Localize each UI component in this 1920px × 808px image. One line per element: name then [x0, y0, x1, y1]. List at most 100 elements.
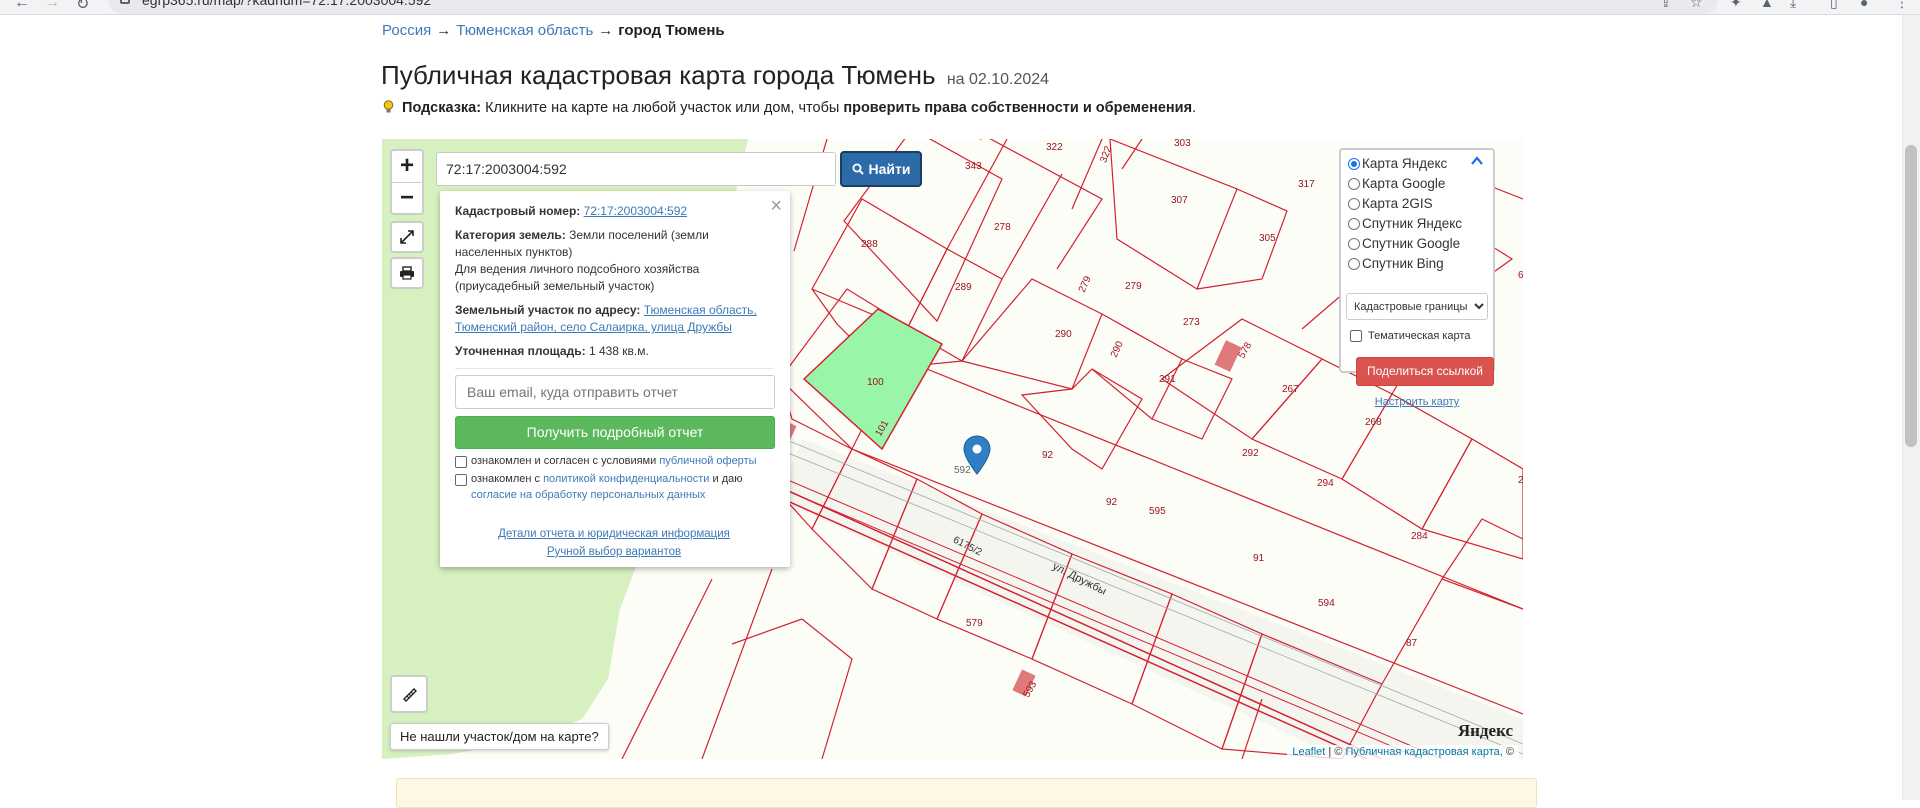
privacy-consent-checkbox-row[interactable]: ознакомлен с политикой конфиденциальност…	[455, 472, 773, 504]
avatar-icon[interactable]: ●	[1860, 0, 1868, 10]
print-button[interactable]	[390, 257, 424, 289]
email-field[interactable]	[455, 375, 775, 410]
attribution-separator: | ©	[1328, 746, 1343, 758]
breadcrumb-russia[interactable]: Россия	[382, 22, 431, 39]
report-details-link[interactable]: Детали отчета и юридическая информация	[498, 528, 730, 540]
chevron-up-icon[interactable]	[1471, 156, 1483, 166]
cad-number-link[interactable]: 72:17:2003004:592	[584, 204, 687, 218]
layer-option-yandex-satellite[interactable]: Спутник Яндекс	[1348, 216, 1462, 231]
breadcrumb-current: город Тюмень	[618, 22, 725, 39]
popup-links: Детали отчета и юридическая информация Р…	[455, 526, 773, 562]
purpose-text: Для ведения личного подсобного хозяйства…	[455, 262, 700, 294]
layer-option-label: Карта Яндекс	[1362, 156, 1448, 171]
info-banner	[396, 778, 1537, 808]
offer-consent-text: ознакомлен и согласен с условиями	[471, 455, 657, 468]
not-found-button[interactable]: Не нашли участок/дом на карте?	[390, 723, 609, 750]
bookmark-star-icon[interactable]: ☆	[1690, 0, 1703, 11]
breadcrumb-separator: →	[436, 22, 452, 39]
printer-icon	[400, 266, 414, 280]
hint-bold-text: проверить права собственности и обремене…	[843, 100, 1193, 116]
manual-choice-link[interactable]: Ручной выбор вариантов	[547, 546, 681, 558]
fullscreen-button[interactable]	[390, 221, 424, 253]
search-button-label: Найти	[868, 161, 911, 177]
zoom-out-button[interactable]: −	[392, 182, 422, 213]
lock-icon	[120, 0, 130, 4]
radio-google-satellite[interactable]	[1348, 237, 1360, 250]
measure-button[interactable]	[390, 675, 428, 713]
personal-data-consent-link[interactable]: согласие на обработку персональных данны…	[471, 489, 705, 501]
category-label: Категория земель:	[455, 228, 566, 243]
layer-option-label: Спутник Яндекс	[1362, 216, 1463, 231]
hint-end: .	[1192, 100, 1197, 116]
offer-consent-checkbox-row[interactable]: ознакомлен и согласен с условиями публич…	[455, 454, 773, 470]
cad-number-label: Кадастровый номер:	[455, 204, 581, 218]
share-link-button[interactable]: Поделиться ссылкой	[1356, 357, 1494, 386]
share-page-icon[interactable]: ⇪	[1660, 0, 1672, 11]
radio-2gis-map[interactable]	[1348, 197, 1360, 210]
breadcrumb-tyumen-region[interactable]: Тюменская область	[456, 22, 593, 39]
thematic-map-label: Тематическая карта	[1368, 330, 1471, 342]
hint: Подсказка: Кликните на карте на любой уч…	[383, 100, 1196, 116]
privacy-consent-text: ознакомлен с	[471, 473, 541, 486]
overlay-select[interactable]: Кадастровые границы	[1346, 293, 1488, 320]
layer-option-bing-satellite[interactable]: Спутник Bing	[1348, 256, 1444, 271]
public-offer-link[interactable]: публичной оферты	[659, 455, 756, 467]
cad-number-row: Кадастровый номер: 72:17:2003004:592	[455, 203, 773, 220]
area-value: 1 438 кв.м.	[588, 344, 649, 359]
radio-google-map[interactable]	[1348, 177, 1360, 190]
layer-option-yandex-map[interactable]: Карта Яндекс	[1348, 156, 1447, 171]
search-button[interactable]: Найти	[840, 151, 922, 187]
menu-icon[interactable]: ⋮	[1895, 0, 1909, 11]
sidepanel-icon[interactable]: ▯	[1830, 0, 1838, 11]
address-label: Земельный участок по адресу:	[455, 303, 641, 318]
page-title-text: Публичная кадастровая карта города Тюмен…	[381, 60, 936, 90]
url-text: egrp365.ru/map/?kadnum=72:17:2003004:592	[142, 0, 432, 8]
zoom-control: + −	[390, 149, 424, 215]
category-row: Категория земель: Земли поселений (земли…	[455, 227, 773, 295]
profile-extension-icon[interactable]: ▲	[1760, 0, 1774, 10]
layer-option-label: Карта 2GIS	[1362, 196, 1433, 211]
page-scrollbar[interactable]	[1902, 15, 1920, 800]
parcel-info-popup: × Кадастровый номер: 72:17:2003004:592 К…	[440, 191, 790, 567]
radio-yandex-map[interactable]	[1348, 157, 1360, 170]
forward-icon[interactable]: →	[44, 0, 60, 12]
reload-icon[interactable]: ↻	[76, 0, 89, 14]
layers-panel: Карта Яндекс Карта Google Карта 2GIS Спу…	[1339, 148, 1495, 408]
offer-consent-checkbox[interactable]	[455, 456, 467, 469]
radio-yandex-satellite[interactable]	[1348, 217, 1360, 230]
lightbulb-icon	[383, 100, 394, 113]
selected-parcel-592[interactable]	[802, 308, 944, 451]
address-row: Земельный участок по адресу: Тюменская о…	[455, 302, 773, 336]
layer-option-google-satellite[interactable]: Спутник Google	[1348, 236, 1460, 251]
zoom-in-button[interactable]: +	[392, 151, 422, 182]
cadastral-map[interactable]: 343 322 322 303 317 307 305 288 278 289 …	[382, 139, 1523, 759]
download-icon[interactable]: ⤓	[1790, 0, 1796, 11]
layer-option-google-map[interactable]: Карта Google	[1348, 176, 1445, 191]
ruler-icon	[403, 688, 417, 702]
page-date: на 02.10.2024	[946, 71, 1050, 88]
leaflet-link[interactable]: Leaflet	[1292, 746, 1325, 758]
privacy-consent-checkbox[interactable]	[455, 474, 467, 487]
address-bar[interactable]: egrp365.ru/map/?kadnum=72:17:2003004:592	[108, 0, 1718, 14]
back-icon[interactable]: ←	[14, 0, 30, 12]
thematic-map-checkbox[interactable]	[1350, 330, 1362, 342]
yandex-logo: Яндекс	[1457, 721, 1513, 740]
scrollbar-thumb[interactable]	[1905, 145, 1917, 447]
thematic-map-toggle[interactable]: Тематическая карта	[1350, 330, 1470, 342]
browser-toolbar: ← → ↻ egrp365.ru/map/?kadnum=72:17:20030…	[0, 0, 1920, 15]
privacy-policy-link[interactable]: политикой конфиденциальности	[543, 473, 709, 485]
breadcrumb: Россия → Тюменская область → город Тюмень	[382, 22, 725, 39]
extensions-icon[interactable]: ✦	[1730, 0, 1742, 11]
area-label: Уточненная площадь:	[455, 344, 586, 359]
pkk-link[interactable]: Публичная кадастровая карта,	[1346, 746, 1503, 758]
road-area	[777, 439, 1523, 759]
get-report-button[interactable]: Получить подробный отчет	[455, 416, 775, 450]
cadastral-search-input[interactable]	[436, 152, 836, 186]
radio-bing-satellite[interactable]	[1348, 257, 1360, 270]
privacy-consent-mid: и даю	[712, 473, 743, 486]
map-marker-icon[interactable]	[963, 435, 991, 475]
hint-label: Подсказка:	[402, 100, 482, 116]
page-title: Публичная кадастровая карта города Тюмен…	[381, 60, 1049, 91]
layer-option-2gis-map[interactable]: Карта 2GIS	[1348, 196, 1433, 211]
configure-map-link[interactable]: Настроить карту	[1341, 396, 1493, 408]
